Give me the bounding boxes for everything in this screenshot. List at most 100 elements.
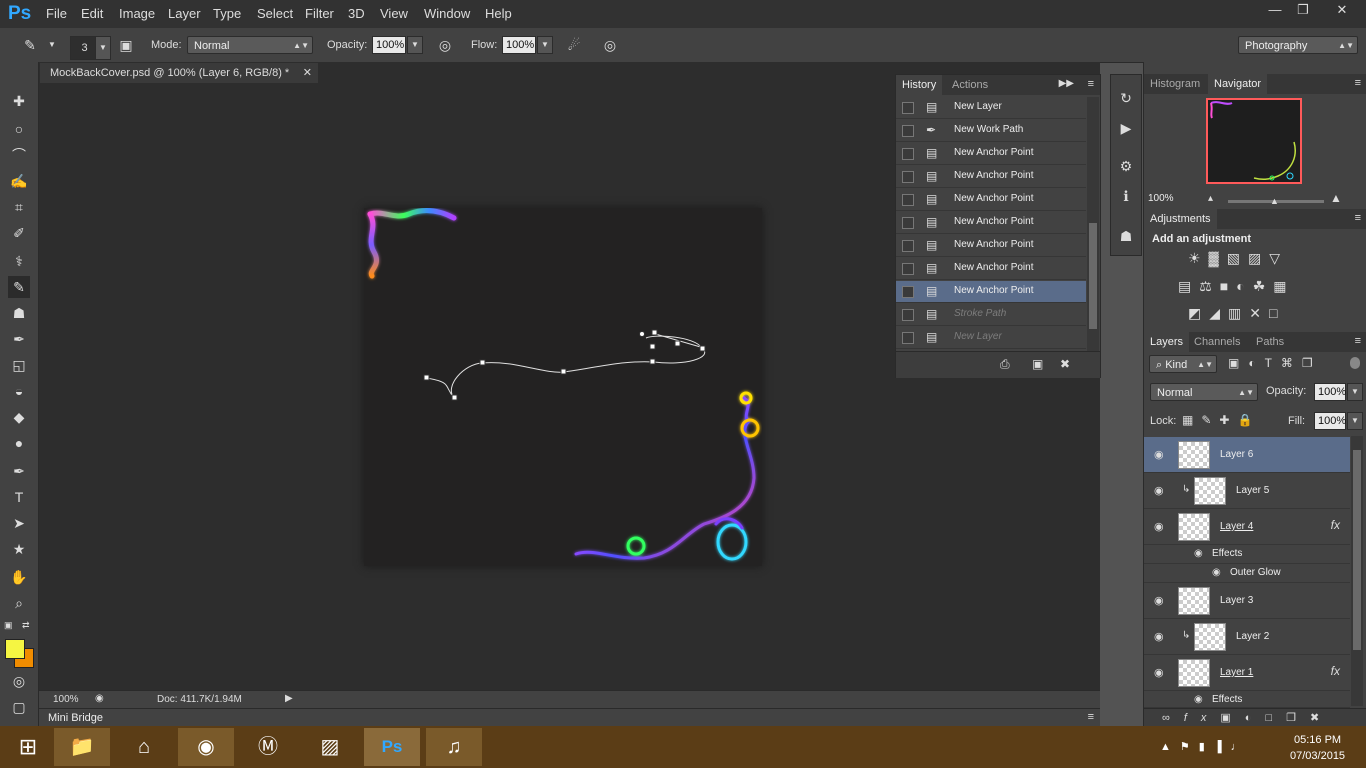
history-brush-source-checkbox[interactable] — [902, 171, 914, 183]
panel-menu-icon[interactable]: ≡ — [1355, 212, 1361, 224]
foreground-color-swatch[interactable] — [5, 639, 25, 659]
menu-filter[interactable]: Filter — [305, 6, 334, 21]
default-colors-icon[interactable]: ▣ — [4, 620, 13, 631]
crop-tool-icon[interactable]: ⌗ — [8, 196, 30, 218]
history-item[interactable]: ▤ New Anchor Point — [896, 258, 1086, 280]
layer-row[interactable]: ◉ Layer 3 — [1144, 583, 1350, 619]
actions-panel-icon[interactable]: ▶ — [1115, 117, 1137, 139]
layer-name[interactable]: Layer 3 — [1220, 595, 1253, 606]
file-explorer-icon[interactable]: 📁 — [54, 728, 110, 766]
adjustment-icons-row-3[interactable]: ◩◢▥✕□ — [1188, 305, 1285, 322]
eye-icon[interactable]: ◉ — [1154, 520, 1164, 533]
history-brush-source-checkbox[interactable] — [902, 263, 914, 275]
history-brush-source-checkbox[interactable] — [902, 309, 914, 321]
close-button[interactable]: ✕ — [1322, 0, 1362, 20]
layer-opacity-field[interactable]: 100% — [1314, 383, 1346, 401]
brush-size-field[interactable]: 3 — [70, 36, 96, 60]
opacity-slider-icon[interactable]: ▼ — [407, 36, 423, 54]
healing-brush-tool-icon[interactable]: ⚕ — [8, 250, 30, 272]
pressure-opacity-icon[interactable]: ◎ — [435, 35, 455, 55]
blur-tool-icon[interactable]: ◆ — [8, 406, 30, 428]
history-panel-icon[interactable]: ↻ — [1115, 87, 1137, 109]
history-item[interactable]: ▤ New Anchor Point — [896, 235, 1086, 257]
eraser-tool-icon[interactable]: ◱ — [8, 354, 30, 376]
photoshop-taskbar-icon[interactable]: Ps — [364, 728, 420, 766]
brush-tool-icon[interactable]: ✎ — [8, 276, 30, 298]
scrollbar-thumb[interactable] — [1089, 223, 1097, 329]
layer-thumbnail[interactable] — [1178, 513, 1210, 541]
layer-thumbnail[interactable] — [1194, 623, 1226, 651]
outer-glow-row[interactable]: ◉ Outer Glow — [1144, 564, 1350, 583]
pen-tool-icon[interactable]: ✒ — [8, 460, 30, 482]
zoom-tool-icon[interactable]: ⌕ — [8, 592, 30, 614]
clock-time[interactable]: 05:16 PM — [1294, 734, 1341, 746]
screen-mode-icon[interactable]: ▢ — [8, 696, 30, 718]
close-icon[interactable]: ✕ — [303, 63, 312, 83]
tab-paths[interactable]: Paths — [1250, 332, 1290, 352]
panel-menu-icon[interactable]: ≡ — [1355, 335, 1361, 347]
tab-layers[interactable]: Layers — [1144, 332, 1190, 352]
dodge-tool-icon[interactable]: ● — [8, 432, 30, 454]
fx-icon[interactable]: fx — [1331, 664, 1340, 678]
properties-panel-icon[interactable]: ⚙ — [1115, 155, 1137, 177]
tab-actions[interactable]: Actions — [946, 75, 994, 95]
marquee-tool-icon[interactable]: ○ — [8, 118, 30, 140]
history-brush-source-checkbox[interactable] — [902, 217, 914, 229]
history-item[interactable]: ▤ New Anchor Point — [896, 212, 1086, 234]
history-brush-tool-icon[interactable]: ✒ — [8, 328, 30, 350]
menu-3d[interactable]: 3D — [348, 6, 365, 21]
history-brush-source-checkbox[interactable] — [902, 148, 914, 160]
layer-thumbnail[interactable] — [1178, 587, 1210, 615]
history-item[interactable]: ▤ New Anchor Point — [896, 189, 1086, 211]
menu-view[interactable]: View — [380, 6, 408, 21]
layer-name[interactable]: Layer 5 — [1236, 485, 1269, 496]
clone-source-icon[interactable]: ☗ — [1115, 225, 1137, 247]
airbrush-icon[interactable]: ☄ — [564, 35, 584, 55]
menu-image[interactable]: Image — [119, 6, 155, 21]
history-item[interactable]: ▤ New Anchor Point — [896, 281, 1086, 303]
layer-thumbnail[interactable] — [1194, 477, 1226, 505]
fx-icon[interactable]: fx — [1331, 518, 1340, 532]
type-tool-icon[interactable]: T — [8, 486, 30, 508]
layer-thumbnail[interactable] — [1178, 659, 1210, 687]
layer-row[interactable]: ◉ ↳ Layer 2 — [1144, 619, 1350, 655]
eye-icon[interactable]: ◉ — [1154, 630, 1164, 643]
layers-scrollbar[interactable] — [1351, 436, 1363, 706]
menu-window[interactable]: Window — [424, 6, 470, 21]
swap-colors-icon[interactable]: ⇄ — [22, 620, 30, 631]
filter-toggle[interactable] — [1350, 357, 1360, 369]
adjustment-icons-row-2[interactable]: ▤⚖■◐☘▦ — [1178, 278, 1294, 295]
history-brush-source-checkbox[interactable] — [902, 102, 914, 114]
adjustment-icons-row-1[interactable]: ☀▓▧▨▽ — [1188, 250, 1288, 267]
eye-icon[interactable]: ◉ — [1154, 448, 1164, 461]
navigator-zoom-slider[interactable]: ▲ — [1228, 196, 1324, 206]
document-tab[interactable]: MockBackCover.psd @ 100% (Layer 6, RGB/8… — [40, 63, 318, 83]
chrome-icon[interactable]: ◉ — [178, 728, 234, 766]
menu-type[interactable]: Type — [213, 6, 241, 21]
history-item[interactable]: ▤ Stroke Path — [896, 304, 1086, 326]
trash-icon[interactable]: ✖ — [1060, 357, 1070, 371]
lock-icons[interactable]: ▦✎✚🔒 — [1182, 413, 1260, 427]
layers-footer-buttons[interactable]: ∞fx▣◐□❐✖ — [1144, 708, 1366, 726]
hand-tool-icon[interactable]: ✋ — [8, 566, 30, 588]
tab-navigator[interactable]: Navigator — [1208, 74, 1268, 94]
info-icon[interactable]: ℹ — [1115, 185, 1137, 207]
history-brush-source-checkbox[interactable] — [902, 286, 914, 298]
brush-size-dropdown-icon[interactable]: ▼ — [95, 36, 111, 60]
tab-histogram[interactable]: Histogram — [1144, 74, 1206, 94]
history-brush-source-checkbox[interactable] — [902, 194, 914, 206]
flow-slider-icon[interactable]: ▼ — [537, 36, 553, 54]
collapse-icon[interactable]: ▶▶ — [1059, 78, 1074, 89]
panel-menu-icon[interactable]: ≡ — [1088, 78, 1094, 90]
brush-panel-toggle-icon[interactable]: ▣ — [116, 35, 136, 55]
fill-slider-icon[interactable]: ▼ — [1347, 412, 1363, 430]
layer-row[interactable]: ◉ Layer 4 fx — [1144, 509, 1350, 545]
history-item[interactable]: ▤ New Layer — [896, 327, 1086, 349]
chevron-down-icon[interactable]: ▼ — [42, 35, 62, 55]
effects-row[interactable]: ◉ Effects — [1144, 691, 1350, 708]
history-brush-source-checkbox[interactable] — [902, 125, 914, 137]
mode-select[interactable]: Normal ▲▼ — [187, 36, 313, 54]
flow-field[interactable]: 100% — [502, 36, 536, 54]
eye-icon[interactable]: ◉ — [1154, 484, 1164, 497]
layer-name[interactable]: Layer 4 — [1220, 521, 1253, 532]
